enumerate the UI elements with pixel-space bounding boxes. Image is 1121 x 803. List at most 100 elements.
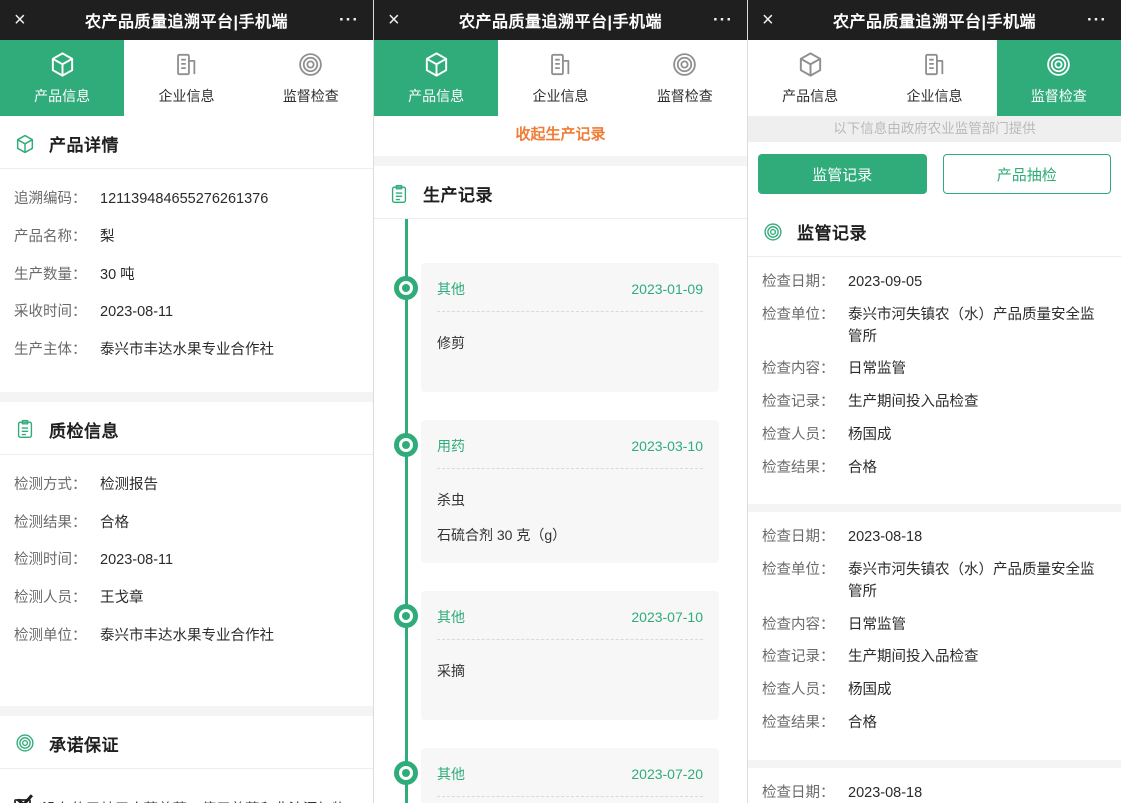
target-icon (670, 50, 699, 79)
tab-label: 监督检查 (1031, 86, 1087, 106)
record-type: 其他 (437, 764, 465, 784)
record-divider (748, 504, 1121, 512)
more-menu-icon[interactable]: ··· (1067, 10, 1107, 30)
tab-company-info[interactable]: 企业信息 (124, 40, 248, 116)
section-title: 产品详情 (49, 131, 119, 156)
info-row: 检查记录：生产期间投入品检查 (762, 392, 1107, 414)
titlebar: × 农产品质量追溯平台|手机端 ··· (374, 0, 747, 40)
section: 质检信息检测方式：检测报告检测结果：合格检测时间：2023-08-11检测人员：… (0, 402, 373, 706)
collapse-production-records-link[interactable]: 收起生产记录 (374, 116, 747, 156)
timeline-item: 用药2023-03-10杀虫石硫合剂 30 克（g） (421, 420, 719, 563)
filter-buttons: 监管记录产品抽检 (748, 142, 1121, 204)
cube-icon (796, 50, 825, 79)
tab-company-info[interactable]: 企业信息 (872, 40, 996, 116)
tab-supervision[interactable]: 监督检查 (623, 40, 747, 116)
field-label: 检查日期： (762, 272, 848, 294)
section-divider (0, 392, 373, 402)
field-label: 检测方式： (14, 475, 100, 497)
field-value: 王戈章 (100, 588, 359, 610)
info-row: 产品名称：梨 (14, 227, 359, 249)
field-value: 生产期间投入品检查 (848, 647, 1107, 669)
field-label: 检查日期： (762, 527, 848, 549)
field-label: 检查日期： (762, 783, 848, 803)
close-icon[interactable]: × (762, 9, 802, 32)
field-value: 合格 (848, 458, 1107, 480)
info-row: 检测方式：检测报告 (14, 475, 359, 497)
section-title: 生产记录 (423, 181, 493, 206)
info-row: 生产主体：泰兴市丰达水果专业合作社 (14, 340, 359, 362)
tab-company-info[interactable]: 企业信息 (498, 40, 622, 116)
field-label: 检查内容： (762, 615, 848, 637)
more-menu-icon[interactable]: ··· (693, 10, 733, 30)
tab-product-info[interactable]: 产品信息 (374, 40, 498, 116)
timeline-card-header: 其他 2023-07-20 (437, 748, 703, 797)
record-date: 2023-07-20 (631, 766, 703, 782)
titlebar: × 农产品质量追溯平台|手机端 ··· (0, 0, 373, 40)
timeline-card-body: 修剪 (437, 312, 703, 392)
tab-label: 产品信息 (34, 86, 90, 106)
product-info-body: 产品详情追溯编码：121139484655276261376产品名称：梨生产数量… (0, 116, 373, 803)
field-value: 生产期间投入品检查 (848, 392, 1107, 414)
field-label: 采收时间： (14, 302, 100, 324)
tab-label: 监督检查 (657, 86, 713, 106)
field-value: 2023-08-18 (848, 527, 1107, 549)
field-value: 检测报告 (100, 475, 359, 497)
page-title: 农产品质量追溯平台|手机端 (428, 8, 693, 32)
timeline-dot-icon (394, 276, 418, 300)
info-row: 检测单位：泰兴市丰达水果专业合作社 (14, 626, 359, 648)
timeline-card-body: 采摘 (437, 797, 703, 803)
info-row: 检查日期：2023-08-18 (762, 527, 1107, 549)
close-icon[interactable]: × (388, 9, 428, 32)
more-menu-icon[interactable]: ··· (319, 10, 359, 30)
product-sampling-button[interactable]: 产品抽检 (943, 154, 1112, 194)
tab-supervision[interactable]: 监督检查 (997, 40, 1121, 116)
checkbox-checked-icon[interactable] (14, 799, 31, 803)
record-date: 2023-01-09 (631, 281, 703, 297)
info-row: 检测时间：2023-08-11 (14, 550, 359, 572)
info-row: 检查人员：杨国成 (762, 425, 1107, 447)
section-header: 承诺保证 (0, 716, 373, 769)
field-label: 检查结果： (762, 458, 848, 480)
timeline-card-header: 其他2023-01-09 (437, 263, 703, 312)
timeline-dot-icon (394, 604, 418, 628)
field-value: 2023-08-11 (100, 302, 359, 324)
inspection-record: 检查日期：2023-08-18检查单位：泰兴市河失镇农（水）产品质量安全监管所 (748, 768, 1121, 803)
field-label: 检查内容： (762, 359, 848, 381)
field-value: 泰兴市丰达水果专业合作社 (100, 340, 359, 362)
record-detail: 杀虫 (437, 490, 703, 510)
record-detail: 石硫合剂 30 克（g） (437, 525, 703, 545)
record-detail: 采摘 (437, 661, 703, 681)
field-label: 生产主体： (14, 340, 100, 362)
info-row: 检测结果：合格 (14, 513, 359, 535)
inspection-record: 检查日期：2023-08-18检查单位：泰兴市河失镇农（水）产品质量安全监管所检… (748, 512, 1121, 759)
timeline-item: 其他2023-07-10 采摘 (421, 591, 719, 720)
field-value: 2023-08-18 (848, 783, 1107, 803)
screenshot-board: × 农产品质量追溯平台|手机端 ··· 产品信息企业信息监督检查 产品详情追溯编… (0, 0, 1121, 803)
info-row: 检查单位：泰兴市河失镇农（水）产品质量安全监管所 (762, 305, 1107, 349)
close-icon[interactable]: × (14, 9, 54, 32)
cube-icon (48, 50, 77, 79)
tab-product-info[interactable]: 产品信息 (748, 40, 872, 116)
supervision-records-button[interactable]: 监管记录 (758, 154, 927, 194)
field-label: 检测单位： (14, 626, 100, 648)
info-row: 检查内容：日常监管 (762, 615, 1107, 637)
tab-product-info[interactable]: 产品信息 (0, 40, 124, 116)
timeline-item: 其他 2023-07-20 采摘 (421, 748, 719, 803)
tab-supervision[interactable]: 监督检查 (249, 40, 373, 116)
tab-label: 产品信息 (782, 86, 838, 106)
info-rows: 追溯编码：121139484655276261376产品名称：梨生产数量：30 … (0, 169, 373, 362)
record-type: 用药 (437, 436, 465, 456)
tabbar: 产品信息 企业信息监督检查 (0, 40, 373, 116)
tab-label: 企业信息 (906, 86, 962, 106)
production-records-header: 生产记录 (374, 166, 747, 219)
timeline-card: 用药2023-03-10杀虫石硫合剂 30 克（g） (421, 420, 719, 563)
phone-panel-production: × 农产品质量追溯平台|手机端 ··· 产品信息企业信息监督检查 收起生产记录 … (374, 0, 748, 803)
section-title: 监管记录 (797, 219, 867, 244)
timeline-card-header: 其他2023-07-10 (437, 591, 703, 640)
phone-panel-product: × 农产品质量追溯平台|手机端 ··· 产品信息 企业信息监督检查 产品详情追溯编… (0, 0, 374, 803)
field-value: 2023-09-05 (848, 272, 1107, 294)
field-value: 合格 (100, 513, 359, 535)
cube-icon (14, 133, 36, 155)
timeline-card: 其他2023-01-09修剪 (421, 263, 719, 392)
field-value: 日常监管 (848, 359, 1107, 381)
